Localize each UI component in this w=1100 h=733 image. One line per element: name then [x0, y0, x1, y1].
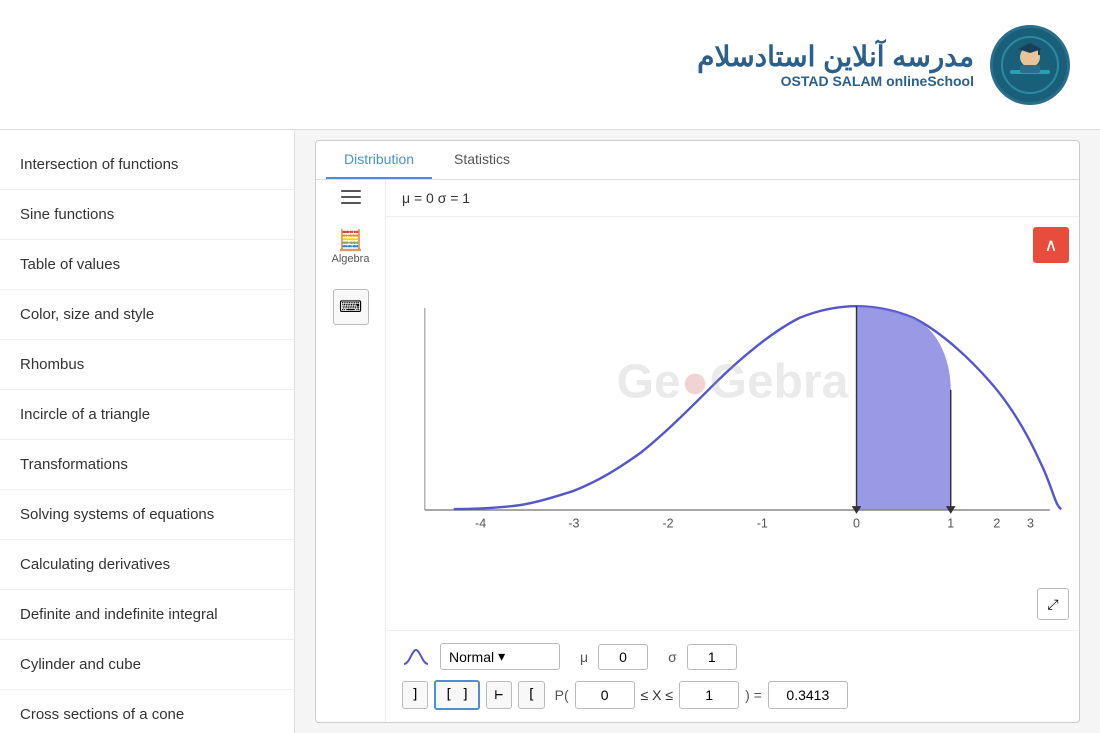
prob-lower-input[interactable] [575, 681, 635, 709]
bracket-btn-both[interactable]: [ ] [434, 680, 479, 710]
sidebar-item-cross-sections[interactable]: Cross sections of a cone [0, 690, 294, 733]
sidebar-item-color[interactable]: Color, size and style [0, 290, 294, 340]
main-area: Intersection of functions Sine functions… [0, 130, 1100, 733]
svg-text:0: 0 [853, 516, 860, 530]
keyboard-button[interactable]: ⌨ [333, 289, 369, 325]
prob-result-display: 0.3413 [768, 681, 848, 709]
school-branding: مدرسه آنلاین استادسلام OSTAD SALAM onlin… [697, 25, 1070, 105]
sidebar-item-transformations[interactable]: Transformations [0, 440, 294, 490]
tab-statistics[interactable]: Statistics [436, 141, 528, 179]
tab-distribution[interactable]: Distribution [326, 141, 432, 179]
sidebar-item-sine[interactable]: Sine functions [0, 190, 294, 240]
svg-text:-1: -1 [757, 516, 768, 530]
algebra-label: Algebra [332, 253, 370, 265]
svg-text:2: 2 [993, 516, 1000, 530]
svg-text:-4: -4 [475, 516, 486, 530]
panel-body: 🧮 Algebra ⌨ μ = 0 σ = 1 Ge●G [316, 180, 1079, 722]
bell-curve-chart: -4 -3 -2 -1 0 1 2 3 [396, 227, 1069, 620]
sidebar-item-integral[interactable]: Definite and indefinite integral [0, 590, 294, 640]
prob-p-label: P( [555, 687, 569, 703]
sigma-param-label: σ [668, 649, 677, 665]
expand-button[interactable]: ⤢ [1037, 588, 1069, 620]
sidebar-item-rhombus[interactable]: Rhombus [0, 340, 294, 390]
school-text: مدرسه آنلاین استادسلام OSTAD SALAM onlin… [697, 40, 974, 89]
svg-text:-3: -3 [568, 516, 579, 530]
probability-row: ] [ ] ⊢ [ P( ≤ X ≤ ) = 0.3413 [402, 680, 1063, 710]
algebra-section[interactable]: 🧮 Algebra [324, 220, 378, 273]
school-name-arabic: مدرسه آنلاین استادسلام [697, 40, 974, 73]
bottom-controls: Normal ▾ μ σ ] [ ] ⊢ [386, 630, 1079, 722]
chart-area: Ge●Gebra ∧ -4 -3 -2 [386, 217, 1079, 630]
dropdown-arrow-icon: ▾ [498, 648, 505, 665]
panel-side-toolbar: 🧮 Algebra ⌨ [316, 180, 386, 722]
bracket-btn-left[interactable]: [ [518, 681, 544, 709]
distribution-type-label: Normal [449, 649, 494, 665]
content-area: Distribution Statistics 🧮 Algebra ⌨ [295, 130, 1100, 733]
sidebar: Intersection of functions Sine functions… [0, 130, 295, 733]
svg-text:-2: -2 [663, 516, 674, 530]
distribution-header: μ = 0 σ = 1 [386, 180, 1079, 217]
sidebar-item-cylinder[interactable]: Cylinder and cube [0, 640, 294, 690]
school-logo [990, 25, 1070, 105]
prob-close-paren: ) = [745, 687, 762, 703]
svg-text:3: 3 [1027, 516, 1034, 530]
lambda-button[interactable]: ∧ [1033, 227, 1069, 263]
mu-input[interactable] [598, 644, 648, 670]
geogebra-panel: Distribution Statistics 🧮 Algebra ⌨ [315, 140, 1080, 723]
bracket-btn-right[interactable]: ] [402, 681, 428, 709]
prob-upper-input[interactable] [679, 681, 739, 709]
svg-text:1: 1 [947, 516, 954, 530]
sidebar-item-solving[interactable]: Solving systems of equations [0, 490, 294, 540]
calculator-icon: 🧮 [338, 228, 363, 253]
sidebar-item-intersection[interactable]: Intersection of functions [0, 140, 294, 190]
bracket-btn-left-line[interactable]: ⊢ [486, 681, 512, 709]
mu-sigma-label: μ = 0 σ = 1 [402, 190, 470, 206]
prob-le-x-le: ≤ X ≤ [641, 687, 673, 703]
sidebar-item-derivatives[interactable]: Calculating derivatives [0, 540, 294, 590]
distribution-curve-icon [402, 648, 430, 666]
panel-main: μ = 0 σ = 1 Ge●Gebra ∧ [386, 180, 1079, 722]
panel-tabs: Distribution Statistics [316, 141, 1079, 180]
top-header: مدرسه آنلاین استادسلام OSTAD SALAM onlin… [0, 0, 1100, 130]
sigma-input[interactable] [687, 644, 737, 670]
distribution-selector[interactable]: Normal ▾ [440, 643, 560, 670]
hamburger-icon[interactable] [341, 190, 361, 204]
sidebar-item-incircle[interactable]: Incircle of a triangle [0, 390, 294, 440]
sidebar-item-table[interactable]: Table of values [0, 240, 294, 290]
distribution-row: Normal ▾ μ σ [402, 643, 1063, 670]
mu-param-label: μ [580, 649, 588, 665]
school-name-latin: OSTAD SALAM onlineSchool [697, 73, 974, 89]
